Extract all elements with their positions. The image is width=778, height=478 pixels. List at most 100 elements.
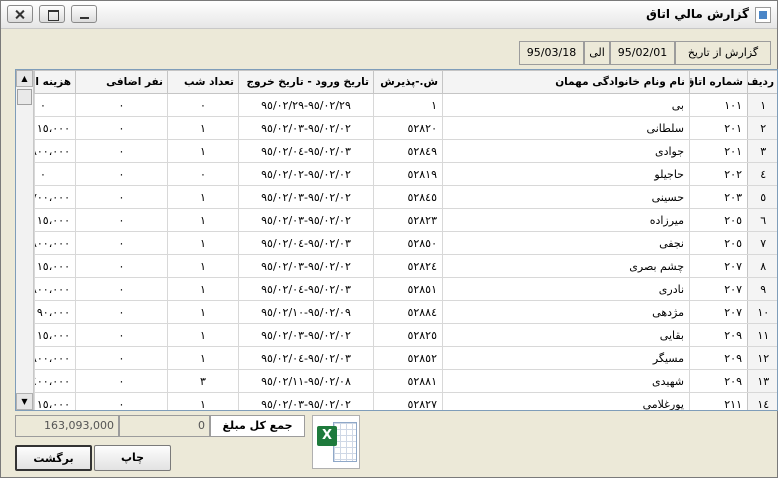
vertical-scrollbar[interactable]: ▲ ▼ [16,70,34,410]
cell-nights: ٣ [167,369,239,393]
col-header-stay-cost[interactable]: هزينه اقامت [34,70,76,94]
cell-nights: ١ [167,277,239,301]
cell-dates: ٩٥/٠٢/٠٢-٩٥/٠٢/٠٣ [238,323,374,347]
cell-guest-name: سلطانی [442,116,690,140]
cell-dates: ٩٥/٠٢/٠٣-٩٥/٠٢/٠٤ [238,139,374,163]
cell-row-number: ١٣ [747,369,777,393]
window-title: گزارش مالي اتاق [646,7,749,21]
cell-nights: ١ [167,254,239,278]
from-date-field[interactable]: 95/02/01 [610,41,675,65]
cell-extra-person: ٠ [75,277,168,301]
col-header-reception-no[interactable]: ش.-پذيرش [373,70,443,94]
cell-room-number: ٢٠٧ [689,300,748,324]
table-row[interactable]: ٦٢٠٥ميرزاده٥٢٨٢٣٩٥/٠٢/٠٢-٩٥/٠٢/٠٣١٠٢،٠١٥… [34,208,777,232]
report-window: گزارش مالي اتاق گزارش از تاريخ 95/02/01 … [0,0,778,478]
cell-room-number: ٢٠٥ [689,231,748,255]
cell-stay-cost: ١،٨٠٠،٠٠٠ [34,231,76,255]
cell-row-number: ١٢ [747,346,777,370]
excel-x-icon: X [317,426,337,446]
back-button[interactable]: برگشت [15,445,92,471]
cell-nights: ٠ [167,162,239,186]
col-header-dates[interactable]: تاريخ ورود - تاريخ خروج [238,70,374,94]
total-amount-field: 163,093,000 [15,415,119,437]
cell-stay-cost: ٠ [34,162,76,186]
cell-guest-name: بی [442,93,690,117]
cell-extra-person: ٠ [75,139,168,163]
cell-row-number: ١٤ [747,392,777,410]
from-date-label: گزارش از تاريخ [675,41,771,65]
scroll-thumb[interactable] [17,89,32,105]
cell-row-number: ١ [747,93,777,117]
col-header-row-number[interactable]: رديف [747,70,777,94]
close-button[interactable] [7,5,33,23]
to-label: الی [584,41,610,65]
table-row[interactable]: ١٢٢٠٩مسيگر٥٢٨٥٢٩٥/٠٢/٠٣-٩٥/٠٢/٠٤١٠١،٨٠٠،… [34,346,777,370]
cell-stay-cost: ٢،٠١٥،٠٠٠ [34,254,76,278]
cell-extra-person: ٠ [75,323,168,347]
cell-stay-cost: ٢،٠١٥،٠٠٠ [34,208,76,232]
col-header-room-number[interactable]: شماره اتاق [689,70,748,94]
cell-room-number: ٢٠٥ [689,208,748,232]
table-row[interactable]: ١٣٢٠٩شهيدی٥٢٨٨١٩٥/٠٢/٠٨-٩٥/٠٢/١١٣٠٨،٤٠٠،… [34,369,777,393]
col-header-extra-person[interactable]: نفر اضافی [75,70,168,94]
cell-row-number: ٥ [747,185,777,209]
cell-nights: ١ [167,346,239,370]
cell-dates: ٩٥/٠٢/٠٣-٩٥/٠٢/٠٤ [238,231,374,255]
cell-room-number: ٢٠٢ [689,162,748,186]
print-button[interactable]: چاپ [94,445,171,471]
cell-reception-no: ٥٢٨٢٠ [373,116,443,140]
cell-extra-person: ٠ [75,93,168,117]
total-label: جمع کل مبلغ [210,415,305,437]
maximize-button[interactable] [39,5,65,23]
table-row[interactable]: ٤ ٢٠٢ حاجيلو ٥٢٨١٩ ٩٥/٠٢/٠٢-٩٥/٠٢/٠٢ ٠ ٠ ٠ [34,162,777,186]
cell-reception-no: ٥٢٨٢٧ [373,392,443,410]
table-row[interactable]: ٣٢٠١جوادی٥٢٨٤٩٩٥/٠٢/٠٣-٩٥/٠٢/٠٤١٠١،٨٠٠،٠… [34,139,777,163]
cell-room-number: ٢٠١ [689,116,748,140]
cell-stay-cost: ١،٨٠٠،٠٠٠ [34,346,76,370]
cell-reception-no: ٥٢٨٥٠ [373,231,443,255]
cell-guest-name: نادری [442,277,690,301]
app-icon [755,7,771,23]
cell-row-number: ١١ [747,323,777,347]
table-row[interactable]: ٩٢٠٧نادری٥٢٨٥١٩٥/٠٢/٠٣-٩٥/٠٢/٠٤١٠١،٨٠٠،٠… [34,277,777,301]
cell-guest-name: مژدهی [442,300,690,324]
cell-guest-name: حسينی [442,185,690,209]
cell-guest-name: جوادی [442,139,690,163]
cell-room-number: ٢٠٩ [689,323,748,347]
cell-nights: ١ [167,231,239,255]
cell-row-number: ٨ [747,254,777,278]
scroll-up-icon[interactable]: ▲ [16,70,33,87]
scroll-down-icon[interactable]: ▼ [16,393,33,410]
cell-reception-no: ١ [373,93,443,117]
table-row[interactable]: ١١٢٠٩بقايی٥٢٨٢٥٩٥/٠٢/٠٢-٩٥/٠٢/٠٣١٠٢،٠١٥،… [34,323,777,347]
cell-nights: ١ [167,116,239,140]
cell-dates: ٩٥/٠٢/٠٢-٩٥/٠٢/٠٣ [238,392,374,410]
to-date-field[interactable]: 95/03/18 [519,41,584,65]
cell-row-number: ٤ [747,162,777,186]
col-header-guest-name[interactable]: نام ونام خانوادگی مهمان [442,70,690,94]
cell-dates: ٩٥/٠٢/٠٢-٩٥/٠٢/٠٣ [238,254,374,278]
cell-stay-cost: ١،٨٠٠،٠٠٠ [34,139,76,163]
table-row[interactable]: ٨٢٠٧چشم بصری٥٢٨٢٤٩٥/٠٢/٠٢-٩٥/٠٢/٠٣١٠٢،٠١… [34,254,777,278]
cell-stay-cost: ٨،٤٠٠،٠٠٠ [34,369,76,393]
cell-guest-name: بقايی [442,323,690,347]
table-row[interactable]: ٥٢٠٣حسينی٥٢٨٤٥٩٥/٠٢/٠٢-٩٥/٠٢/٠٣١٠١،٧٠٠،٠… [34,185,777,209]
cell-row-number: ١٠ [747,300,777,324]
cell-dates: ٩٥/٠٢/٠٢-٩٥/٠٢/٠٣ [238,116,374,140]
minimize-button[interactable] [71,5,97,23]
table-row[interactable]: ١٠٢٠٧مژدهی٥٢٨٨٤٩٥/٠٢/٠٩-٩٥/٠٢/١٠١٠١،١٩٠،… [34,300,777,324]
table-row[interactable]: ٧٢٠٥نجفی٥٢٨٥٠٩٥/٠٢/٠٣-٩٥/٠٢/٠٤١٠١،٨٠٠،٠٠… [34,231,777,255]
cell-reception-no: ٥٢٨٨٤ [373,300,443,324]
cell-stay-cost: ١،٧٠٠،٠٠٠ [34,185,76,209]
cell-extra-person: ٠ [75,254,168,278]
table-row[interactable]: ١٤٢١١پورغلامی٥٢٨٢٧٩٥/٠٢/٠٢-٩٥/٠٢/٠٣١٠٢،٠… [34,392,777,410]
col-header-nights[interactable]: تعداد شب [167,70,239,94]
excel-export-icon[interactable]: X [312,415,360,469]
table-row[interactable]: ٢٢٠١سلطانی٥٢٨٢٠٩٥/٠٢/٠٢-٩٥/٠٢/٠٣١٠٢،٠١٥،… [34,116,777,140]
cell-guest-name: چشم بصری [442,254,690,278]
cell-reception-no: ٥٢٨٤٩ [373,139,443,163]
table-row[interactable]: ١ ١٠١ بی ١ ٩٥/٠٢/٢٩-٩٥/٠٢/٢٩ ٠ ٠ ٠ [34,93,777,117]
cell-guest-name: مسيگر [442,346,690,370]
cell-row-number: ٩ [747,277,777,301]
cell-guest-name: ميرزاده [442,208,690,232]
